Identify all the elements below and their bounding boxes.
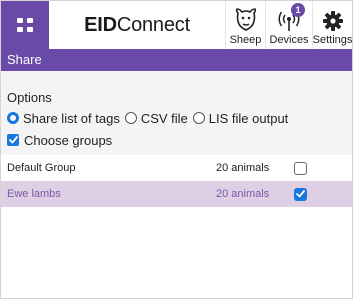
checkmark-icon [8, 136, 18, 144]
sheep-button[interactable]: Sheep [225, 1, 265, 49]
group-checkbox[interactable] [294, 187, 307, 201]
choose-groups-label: Choose groups [24, 132, 113, 148]
group-row-ewe-lambs[interactable]: Ewe lambs 20 animals [1, 181, 352, 207]
radio-label: Share list of tags [23, 110, 120, 126]
menu-button[interactable] [1, 1, 49, 49]
radio-label: LIS file output [208, 110, 289, 126]
sheep-icon [235, 8, 256, 31]
sheep-label: Sheep [229, 34, 262, 46]
settings-label: Settings [312, 34, 353, 46]
app-window: EID Connect Sheep 1 Devices Settings Sha… [0, 0, 353, 299]
top-tools: Sheep 1 Devices Settings [225, 1, 352, 49]
devices-badge: 1 [291, 3, 305, 17]
radio-indicator[interactable] [7, 112, 19, 124]
options-panel: Options Share list of tags CSV file LIS … [1, 71, 352, 155]
group-count: 20 animals [216, 188, 270, 200]
grid-icon [17, 18, 33, 32]
radio-share-tags[interactable]: Share list of tags [7, 111, 120, 126]
radio-indicator[interactable] [124, 112, 137, 124]
checkmark-icon [296, 190, 305, 198]
checkbox-checked[interactable] [7, 134, 19, 146]
devices-label: Devices [269, 34, 309, 46]
top-bar: EID Connect Sheep 1 Devices Settings [1, 1, 352, 49]
group-list: Default Group 20 animals Ewe lambs 20 an… [1, 155, 352, 207]
radio-indicator[interactable] [192, 112, 205, 124]
devices-button[interactable]: 1 Devices [265, 1, 312, 49]
logo-light-text: Connect [116, 13, 190, 36]
gear-icon [322, 11, 343, 31]
group-row-default[interactable]: Default Group 20 animals [1, 155, 352, 181]
settings-button[interactable]: Settings [312, 1, 352, 49]
options-heading: Options [7, 90, 52, 105]
radio-csv-file[interactable]: CSV file [124, 110, 188, 126]
page-title: Share [1, 49, 352, 71]
radio-lis-file[interactable]: LIS file output [192, 110, 289, 126]
group-checkbox[interactable] [294, 161, 307, 175]
choose-groups-checkbox[interactable]: Choose groups [7, 131, 352, 149]
group-count: 20 animals [216, 162, 270, 174]
output-radio-group: Share list of tags CSV file LIS file out… [7, 109, 352, 127]
group-name: Ewe lambs [7, 188, 61, 200]
app-logo: EID Connect [49, 1, 225, 49]
group-name: Default Group [7, 162, 76, 174]
logo-bold-text: EID [84, 13, 117, 36]
radio-label: CSV file [140, 110, 188, 126]
